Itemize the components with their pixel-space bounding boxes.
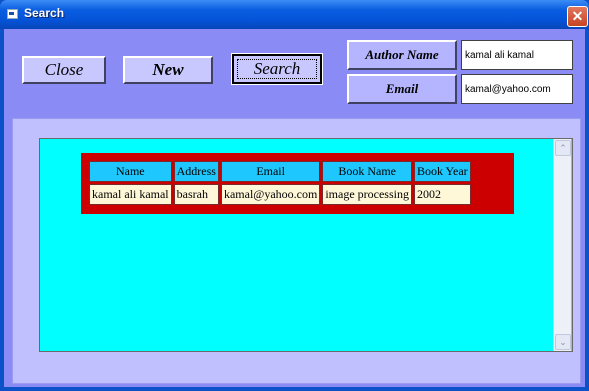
email-input[interactable] bbox=[461, 74, 573, 104]
table-header-row: Name Address Email Book Name Book Year bbox=[89, 161, 471, 182]
window-app-icon bbox=[7, 9, 18, 19]
cell-email: kamal@yahoo.com bbox=[220, 184, 321, 205]
new-button[interactable]: New bbox=[123, 56, 213, 84]
column-header-name: Name bbox=[89, 161, 172, 182]
scroll-down-icon[interactable]: ⌄ bbox=[555, 334, 571, 350]
title-bar[interactable]: Search ✕ bbox=[0, 0, 589, 29]
close-button[interactable]: Close bbox=[22, 56, 106, 84]
cell-book-name: image processing bbox=[322, 184, 412, 205]
email-label: Email bbox=[347, 74, 457, 104]
results-table-frame: Name Address Email Book Name Book Year k… bbox=[81, 153, 514, 214]
author-name-input[interactable] bbox=[461, 40, 573, 70]
author-name-label: Author Name bbox=[347, 40, 457, 70]
column-header-email: Email bbox=[220, 161, 321, 182]
cell-name: kamal ali kamal bbox=[89, 184, 172, 205]
cell-book-year: 2002 bbox=[413, 184, 471, 205]
column-header-book-year: Book Year bbox=[413, 161, 471, 182]
cell-address: basrah bbox=[173, 184, 219, 205]
search-button[interactable]: Search bbox=[231, 53, 323, 85]
window-close-icon[interactable]: ✕ bbox=[567, 6, 588, 27]
table-row[interactable]: kamal ali kamal basrah kamal@yahoo.com i… bbox=[89, 184, 471, 205]
column-header-book-name: Book Name bbox=[322, 161, 412, 182]
results-scrollbar[interactable]: ⌃ ⌄ bbox=[553, 139, 571, 351]
results-table: Name Address Email Book Name Book Year k… bbox=[87, 159, 473, 207]
window-title: Search bbox=[24, 6, 65, 20]
column-header-address: Address bbox=[173, 161, 219, 182]
search-window: Search ✕ Close New Search Author Name Em… bbox=[0, 0, 589, 391]
scroll-up-icon[interactable]: ⌃ bbox=[555, 140, 571, 156]
